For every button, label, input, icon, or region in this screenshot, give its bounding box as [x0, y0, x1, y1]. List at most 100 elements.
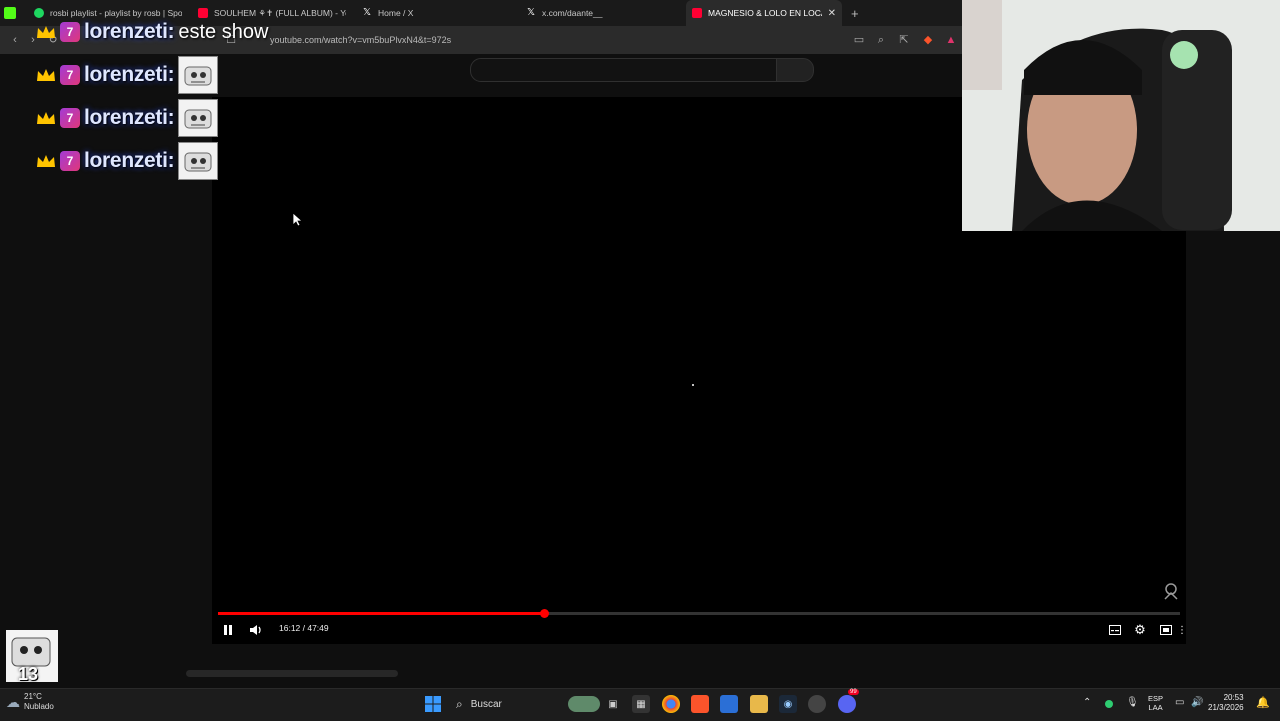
steam-icon[interactable]: ◉ — [779, 695, 797, 713]
tab-x-profile[interactable]: 𝕏 x.com/daante__ — [526, 0, 674, 26]
taskbar-search[interactable]: ⌕ Buscar — [450, 693, 600, 715]
app-icon[interactable]: ▦ — [632, 695, 650, 713]
pause-icon — [224, 625, 232, 635]
page-scroll-indicator — [186, 670, 398, 677]
clock-date: 21/3/2026 — [1208, 703, 1244, 712]
subtitles-icon — [1109, 625, 1121, 635]
chat-emote-image — [178, 56, 219, 94]
chat-emote-image — [178, 99, 219, 137]
corner-emote-image: 13 — [6, 630, 58, 684]
volume-button[interactable] — [248, 622, 264, 638]
corner-emote-label: 13 — [18, 664, 39, 684]
pause-button[interactable] — [220, 622, 236, 638]
chat-username: lorenzeti: — [84, 149, 175, 172]
chat-username: lorenzeti: — [84, 106, 175, 129]
tab-kick[interactable] — [4, 0, 22, 26]
time-display: 16:12 / 47:49 — [279, 623, 329, 633]
status-indicator-icon[interactable] — [1105, 700, 1113, 708]
app-icon[interactable] — [808, 695, 826, 713]
file-explorer-icon[interactable] — [750, 695, 768, 713]
x-icon: 𝕏 — [362, 7, 372, 18]
theater-icon — [1160, 625, 1172, 635]
search-placeholder: Buscar — [470, 698, 502, 710]
tab-label: x.com/daante__ — [542, 8, 603, 18]
crown-icon — [37, 112, 55, 124]
tab-x-home[interactable]: 𝕏 Home / X — [362, 0, 510, 26]
subscriber-badge: 7 — [60, 22, 80, 42]
back-icon[interactable]: ‹ — [8, 33, 22, 47]
chat-emote-image — [178, 142, 219, 180]
discord-icon[interactable]: 99 — [838, 689, 859, 713]
tab-label: Home / X — [378, 8, 414, 18]
chat-username: lorenzeti: — [84, 63, 175, 86]
volume-icon — [250, 625, 261, 635]
subscriber-badge: 7 — [60, 65, 80, 85]
crown-icon — [37, 155, 55, 167]
theater-mode-button[interactable] — [1158, 622, 1174, 638]
weather-desc: Nublado — [24, 702, 54, 711]
store-icon[interactable] — [720, 695, 738, 713]
subscriber-badge: 7 — [60, 108, 80, 128]
windows-icon — [425, 696, 441, 712]
youtube-icon — [692, 8, 702, 18]
address-bar[interactable]: youtube.com/watch?v=vm5buPlvxN4&t=972s — [250, 30, 850, 50]
new-tab-button[interactable]: + — [851, 6, 859, 21]
gear-icon: ⚙ — [1134, 622, 1146, 637]
subtitles-button[interactable] — [1107, 622, 1123, 638]
speaker-icon[interactable]: 🔊 — [1191, 697, 1203, 708]
x-icon: 𝕏 — [526, 7, 536, 18]
tab-label: MAGNESIO & LOLO EN LOCAL S — [708, 8, 822, 18]
language-indicator[interactable]: ESP LAA — [1148, 694, 1163, 712]
share-icon[interactable]: ⇱ — [897, 33, 911, 47]
chat-message-text: este show — [178, 20, 269, 43]
youtube-icon — [198, 8, 208, 18]
weather-widget[interactable]: ☁ 21°C Nublado — [6, 692, 54, 712]
notification-badge: 99 — [848, 689, 859, 695]
url-text: youtube.com/watch?v=vm5buPlvxN4&t=972s — [270, 35, 452, 45]
search-highlight-icon — [568, 696, 600, 712]
tab-label: SOULHEM ⚘✝ (FULL ALBUM) - YouT — [214, 7, 346, 18]
close-tab-icon[interactable]: ✕ — [828, 8, 836, 19]
tab-youtube-active[interactable]: MAGNESIO & LOLO EN LOCAL S ✕ — [686, 0, 842, 26]
clock[interactable]: 20:53 21/3/2026 — [1208, 693, 1244, 713]
start-button[interactable] — [424, 695, 442, 713]
subscriber-badge: 7 — [60, 151, 80, 171]
notifications-icon[interactable]: 🔔 — [1256, 696, 1270, 709]
chrome-icon[interactable] — [662, 695, 680, 713]
mouse-cursor-icon — [293, 213, 303, 227]
settings-button[interactable]: ⚙ — [1132, 622, 1148, 638]
brave-icon[interactable] — [691, 695, 709, 713]
chat-message: 7 lorenzeti: — [36, 99, 219, 137]
brave-rewards-icon[interactable]: ▲ — [944, 33, 958, 47]
brave-shield-icon[interactable]: ◆ — [921, 33, 935, 47]
tab-label: rosbi playlist - playlist by rosb | Spot… — [50, 8, 182, 18]
progress-scrubber-handle[interactable] — [539, 609, 549, 618]
channel-watermark-icon[interactable] — [1161, 581, 1181, 601]
chat-message: 7 lorenzeti: — [36, 56, 219, 94]
crown-icon — [37, 26, 55, 38]
task-view-icon[interactable]: ▣ — [604, 695, 622, 713]
lang-bottom: LAA — [1148, 703, 1163, 712]
chat-message: 7 lorenzeti: este show — [36, 20, 268, 44]
fullscreen-icon: ⋮ — [1177, 624, 1187, 636]
chevron-up-icon[interactable]: ⌃ — [1083, 697, 1091, 708]
crown-icon — [37, 69, 55, 81]
spotify-icon — [34, 8, 44, 18]
loading-dot — [692, 384, 694, 386]
microphone-icon[interactable]: 🎙 — [1126, 697, 1139, 708]
progress-bar-played — [218, 612, 544, 615]
kick-icon — [4, 7, 16, 19]
search-icon: ⌕ — [456, 696, 463, 711]
webcam-feed — [962, 0, 1280, 231]
chat-username: lorenzeti: — [84, 20, 175, 43]
zoom-icon[interactable]: ⌕ — [874, 33, 888, 47]
fullscreen-button[interactable]: ⋮ — [1177, 622, 1187, 638]
youtube-search-input[interactable] — [470, 58, 778, 82]
lang-top: ESP — [1148, 694, 1164, 703]
cast-icon[interactable]: ▭ — [852, 33, 866, 47]
network-icon[interactable]: ▭ — [1175, 697, 1184, 708]
youtube-search-button[interactable] — [776, 58, 814, 82]
weather-temp: 21°C — [24, 692, 42, 701]
chat-message: 7 lorenzeti: — [36, 142, 219, 180]
cloud-icon: ☁ — [6, 694, 20, 710]
